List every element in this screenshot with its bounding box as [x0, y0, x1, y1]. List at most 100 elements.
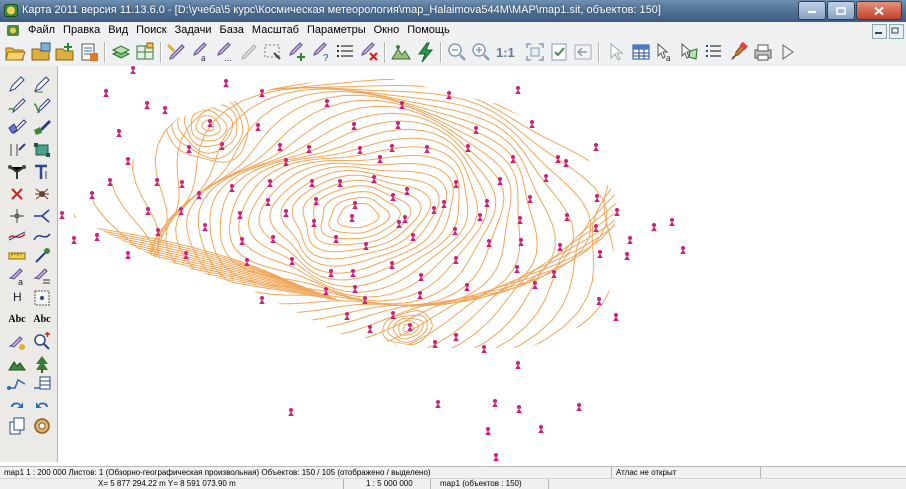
fit-window-icon[interactable] [524, 41, 546, 63]
weather-station-icon[interactable] [481, 345, 487, 353]
weather-station-icon[interactable] [239, 237, 245, 245]
weather-station-icon[interactable] [352, 201, 358, 209]
weather-station-icon[interactable] [255, 123, 261, 131]
pencil-icon[interactable] [7, 74, 27, 94]
zoom-in-icon[interactable] [470, 41, 492, 63]
maximize-button[interactable] [827, 1, 855, 20]
scale-1to1-button[interactable]: 1:1 [494, 41, 520, 63]
weather-station-icon[interactable] [464, 283, 470, 291]
weather-station-icon[interactable] [333, 235, 339, 243]
weather-station-icon[interactable] [350, 269, 356, 277]
select-text-icon[interactable]: a [190, 41, 212, 64]
open-data-icon[interactable] [30, 41, 52, 63]
terrain-icon[interactable] [390, 41, 412, 63]
text-abc-edit-button[interactable]: Abc [31, 310, 51, 330]
weather-station-icon[interactable] [576, 403, 582, 411]
redo-icon[interactable] [7, 394, 27, 414]
weather-station-icon[interactable] [516, 405, 522, 413]
draw-polygon-icon[interactable] [7, 118, 27, 138]
circle-settings-icon[interactable] [32, 416, 52, 436]
add-object-icon[interactable] [286, 41, 308, 63]
weather-station-icon[interactable] [223, 79, 229, 87]
weather-station-icon[interactable] [125, 251, 131, 259]
curve-line-icon[interactable] [32, 226, 52, 246]
weather-station-icon[interactable] [89, 191, 95, 199]
list-icon[interactable] [334, 41, 356, 63]
menu-window[interactable]: Окно [370, 22, 404, 39]
weather-station-icon[interactable] [144, 101, 150, 109]
split-line-icon[interactable] [32, 206, 52, 226]
table-icon[interactable] [630, 41, 652, 63]
open-map-icon[interactable] [4, 41, 26, 63]
zoom-add-icon[interactable] [32, 332, 52, 352]
tree-icon[interactable] [32, 354, 52, 374]
weather-station-icon[interactable] [557, 243, 563, 251]
weather-station-icon[interactable] [538, 425, 544, 433]
weather-station-icon[interactable] [432, 340, 438, 348]
weather-station-icon[interactable] [283, 209, 289, 217]
weather-station-icon[interactable] [244, 258, 250, 266]
layers-icon[interactable] [110, 41, 132, 63]
weather-station-icon[interactable] [515, 86, 521, 94]
menu-search[interactable]: Поиск [132, 22, 170, 39]
weather-station-icon[interactable] [493, 453, 499, 461]
weather-station-icon[interactable] [543, 174, 549, 182]
weather-station-icon[interactable] [473, 126, 479, 134]
dimension-icon[interactable] [7, 140, 27, 160]
grid-dots-icon[interactable] [32, 288, 52, 308]
list-info-icon[interactable] [702, 41, 724, 63]
weather-station-icon[interactable] [277, 143, 283, 151]
route-icon[interactable] [7, 374, 27, 394]
undo-icon[interactable] [32, 394, 52, 414]
weather-station-icon[interactable] [465, 144, 471, 152]
weather-station-icon[interactable] [402, 215, 408, 223]
weather-station-icon[interactable] [202, 223, 208, 231]
weather-station-icon[interactable] [669, 218, 675, 226]
weather-station-icon[interactable] [597, 250, 603, 258]
menu-scale[interactable]: Масштаб [248, 22, 303, 39]
menu-file[interactable]: Файл [24, 22, 59, 39]
smooth-line-icon[interactable] [7, 226, 27, 246]
spider-icon[interactable] [32, 184, 52, 204]
weather-station-icon[interactable] [529, 120, 535, 128]
weather-station-icon[interactable] [94, 233, 100, 241]
weather-station-icon[interactable] [404, 187, 410, 195]
select-disabled-icon[interactable] [238, 41, 260, 63]
weather-station-icon[interactable] [267, 179, 273, 187]
pencil-line-icon[interactable] [32, 74, 52, 94]
weather-station-icon[interactable] [446, 91, 452, 99]
weather-station-icon[interactable] [289, 257, 295, 265]
weather-station-icon[interactable] [162, 106, 168, 114]
weather-station-icon[interactable] [492, 399, 498, 407]
link-objects-icon[interactable] [32, 246, 52, 266]
weather-station-icon[interactable] [71, 236, 77, 244]
select-by-list-icon[interactable] [32, 266, 52, 286]
weather-station-icon[interactable] [103, 89, 109, 97]
weather-station-icon[interactable] [613, 313, 619, 321]
delete-object-icon[interactable] [358, 41, 380, 63]
weather-station-icon[interactable] [125, 157, 131, 165]
weather-station-icon[interactable] [311, 219, 317, 227]
text-abc-button[interactable]: Abc [6, 310, 26, 330]
marker-select-icon[interactable] [7, 332, 27, 352]
weather-station-icon[interactable] [515, 361, 521, 369]
network-icon[interactable] [7, 162, 27, 182]
back-icon[interactable] [572, 41, 594, 63]
weather-station-icon[interactable] [306, 145, 312, 153]
cursor-area-icon[interactable] [678, 41, 700, 63]
frame-select-icon[interactable] [262, 41, 284, 63]
weather-station-icon[interactable] [510, 155, 516, 163]
weather-station-icon[interactable] [518, 238, 524, 246]
weather-station-icon[interactable] [593, 143, 599, 151]
weather-station-icon[interactable] [614, 208, 620, 216]
zoom-out-icon[interactable] [446, 41, 468, 63]
ruler-icon[interactable] [7, 246, 27, 266]
weather-station-icon[interactable] [59, 211, 65, 219]
weather-station-icon[interactable] [349, 214, 355, 222]
weather-station-icon[interactable] [116, 129, 122, 137]
text-tool-icon[interactable] [32, 162, 52, 182]
menu-tasks[interactable]: Задачи [171, 22, 216, 39]
weather-station-icon[interactable] [484, 199, 490, 207]
weather-station-icon[interactable] [424, 145, 430, 153]
route-table-icon[interactable] [32, 374, 52, 394]
